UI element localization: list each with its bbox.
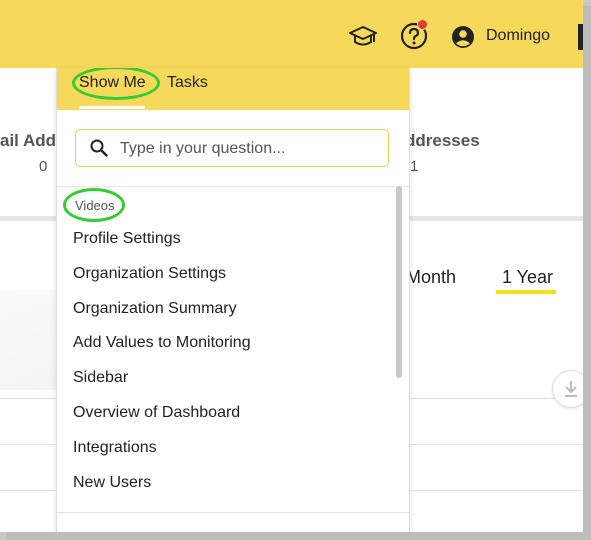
scrollbar[interactable] xyxy=(396,186,402,378)
stat-value-right: 1 xyxy=(410,158,419,175)
download-icon xyxy=(565,381,577,397)
app-window: Domingo ail Add 0 ddresses 1 Month 1 Yea… xyxy=(0,0,583,532)
user-account-icon[interactable] xyxy=(450,24,476,50)
help-panel: Show Me Tasks Videos Profile Settings Or… xyxy=(56,68,410,532)
list-item[interactable]: Add Values to Monitoring xyxy=(73,331,393,366)
active-tab-indicator xyxy=(79,106,145,109)
highlight-ring xyxy=(72,68,160,100)
stat-label-right: ddresses xyxy=(405,131,480,150)
username[interactable]: Domingo xyxy=(486,27,550,45)
stat-value-left: 0 xyxy=(39,158,48,175)
download-button[interactable] xyxy=(552,370,583,408)
period-tab-year[interactable]: 1 Year xyxy=(502,267,553,288)
list-item[interactable]: Organization Settings xyxy=(73,262,393,297)
graduation-cap-icon[interactable] xyxy=(346,22,380,52)
list-item[interactable]: Overview of Dashboard xyxy=(73,401,393,436)
search-separator xyxy=(57,186,409,187)
highlight-ring xyxy=(63,188,125,222)
help-icon[interactable] xyxy=(398,19,430,52)
search-input[interactable] xyxy=(118,136,382,162)
search-icon xyxy=(90,139,108,157)
search-box[interactable] xyxy=(75,129,389,167)
frame-shadow xyxy=(583,6,591,540)
frame-shadow xyxy=(6,532,591,540)
list-item[interactable]: Integrations xyxy=(73,436,393,471)
video-list: Profile Settings Organization Settings O… xyxy=(73,227,393,505)
panel-footer-divider xyxy=(57,512,409,513)
top-bar: Domingo xyxy=(0,0,583,68)
list-item[interactable]: Profile Settings xyxy=(73,227,393,262)
notification-dot xyxy=(417,19,428,30)
help-panel-tabs: Show Me Tasks xyxy=(57,68,409,110)
active-period-underline xyxy=(496,290,556,294)
list-item[interactable]: New Users xyxy=(73,471,393,506)
period-tab-month[interactable]: Month xyxy=(406,267,456,288)
list-item[interactable]: Organization Summary xyxy=(73,297,393,332)
list-item[interactable]: Sidebar xyxy=(73,366,393,401)
tab-tasks[interactable]: Tasks xyxy=(167,74,208,92)
stat-label-left: ail Add xyxy=(0,131,57,150)
